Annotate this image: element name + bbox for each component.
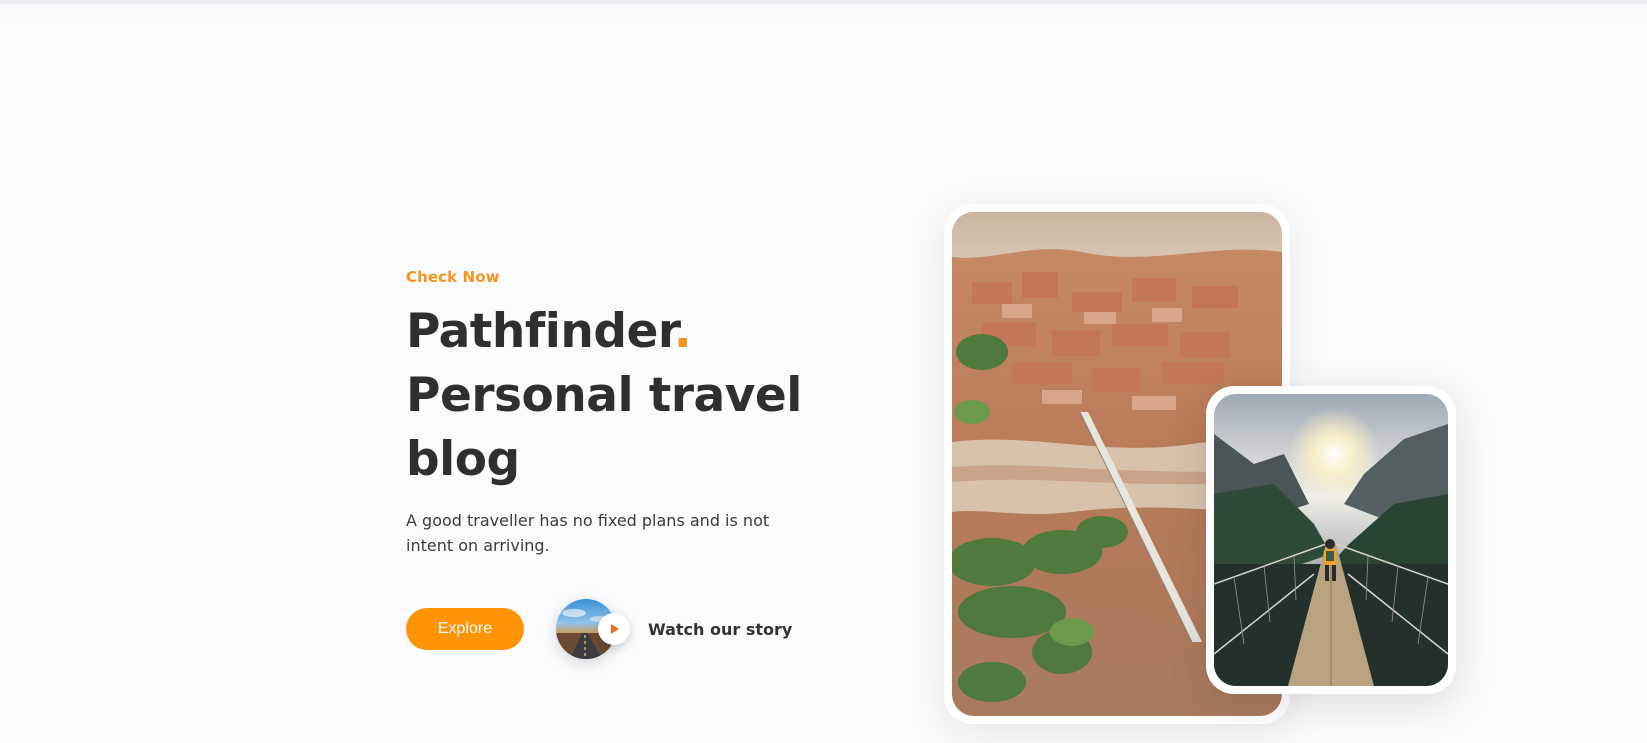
bridge-photo-card [1206, 386, 1456, 694]
hero-actions: Explore Watch our story [406, 598, 792, 660]
title-line-1: Pathfinder [406, 304, 674, 359]
title-dot: . [673, 304, 692, 359]
title-line-2: Personal travel [406, 368, 802, 423]
hero-text: Check Now Pathfinder. Personal travel bl… [406, 268, 826, 574]
explore-button[interactable]: Explore [406, 608, 524, 650]
title-line-3: blog [406, 432, 520, 487]
bridge-photo [1214, 394, 1448, 686]
page-title: Pathfinder. Personal travel blog [406, 300, 826, 492]
check-now-label[interactable]: Check Now [406, 268, 826, 286]
watch-story-label[interactable]: Watch our story [648, 620, 792, 639]
play-button[interactable] [598, 613, 630, 645]
play-icon [611, 624, 619, 634]
header-bar [0, 0, 1647, 4]
hero-subtitle: A good traveller has no fixed plans and … [406, 511, 770, 555]
watch-story-link[interactable]: Watch our story [556, 599, 792, 659]
